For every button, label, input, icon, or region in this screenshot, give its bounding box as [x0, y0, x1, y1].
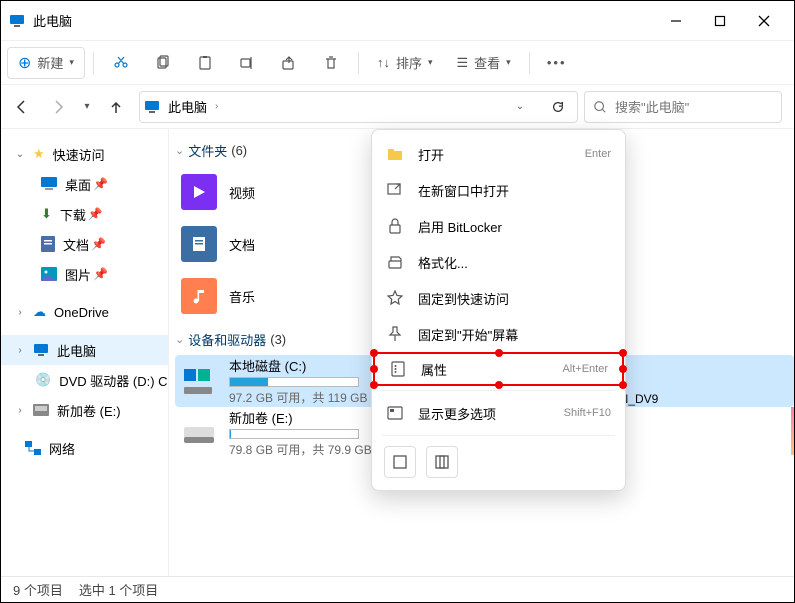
- picture-icon: [41, 267, 57, 281]
- cloud-icon: ☁: [33, 304, 46, 320]
- sidebar-item-documents[interactable]: 文档 📌: [1, 229, 168, 259]
- chevron-down-icon: ▾: [69, 57, 74, 68]
- desktop-icon: [41, 177, 57, 191]
- sidebar-item-quick-access[interactable]: ⌄ ★ 快速访问: [1, 139, 168, 169]
- new-button[interactable]: ⊕ 新建 ▾: [7, 47, 85, 79]
- menu-more[interactable]: 显示更多选项 Shift+F10: [372, 395, 625, 431]
- copy-button[interactable]: [144, 47, 182, 79]
- search-input[interactable]: 搜索"此电脑": [584, 91, 782, 123]
- sidebar-item-downloads[interactable]: ⬇ 下载 📌: [1, 199, 168, 229]
- menu-open[interactable]: 打开 Enter: [372, 136, 625, 172]
- pin-icon: 📌: [93, 267, 108, 281]
- document-icon: [41, 236, 55, 252]
- chevron-right-icon[interactable]: ›: [215, 101, 218, 112]
- view-button[interactable]: ☰ 查看 ▾: [447, 47, 521, 79]
- sidebar-item-thispc[interactable]: › 此电脑: [1, 335, 168, 365]
- menu-pin-start[interactable]: 固定到"开始"屏幕: [372, 316, 625, 352]
- sidebar-item-network[interactable]: 网络: [1, 433, 168, 463]
- status-selected-count: 选中 1 个项目: [79, 580, 158, 599]
- pin-icon: 📌: [93, 177, 108, 191]
- minimize-button[interactable]: [654, 5, 698, 37]
- sidebar-item-dvd[interactable]: 💿 DVD 驱动器 (D:) CC: [1, 365, 168, 395]
- addr-dropdown-button[interactable]: ⌄: [505, 93, 535, 121]
- refresh-button[interactable]: [543, 93, 573, 121]
- pin-icon: 📌: [88, 207, 103, 221]
- window-title: 此电脑: [33, 11, 654, 30]
- delete-button[interactable]: [312, 47, 350, 79]
- menu-pin-quick[interactable]: 固定到快速访问: [372, 280, 625, 316]
- chevron-right-icon: ›: [15, 405, 25, 416]
- cut-button[interactable]: [102, 47, 140, 79]
- menu-new-window[interactable]: 在新窗口中打开: [372, 172, 625, 208]
- sidebar-item-onedrive[interactable]: › ☁ OneDrive: [1, 297, 168, 327]
- properties-icon: [389, 360, 407, 378]
- forward-button[interactable]: [41, 91, 75, 123]
- monitor-icon: [144, 99, 160, 115]
- drive-icon: [33, 404, 49, 416]
- sidebar-item-newvol[interactable]: › 新加卷 (E:): [1, 395, 168, 425]
- edge-decoration: [791, 407, 794, 455]
- back-button[interactable]: [5, 91, 39, 123]
- monitor-icon: [33, 342, 49, 358]
- chevron-down-icon: ▾: [428, 57, 433, 68]
- status-item-count: 9 个项目: [13, 580, 63, 599]
- plus-icon: ⊕: [18, 53, 31, 73]
- disc-icon: 💿: [35, 372, 51, 388]
- menu-separator: [382, 390, 615, 391]
- context-menu: 打开 Enter 在新窗口中打开 启用 BitLocker 格式化... 固定到…: [371, 129, 626, 491]
- sort-icon: ↑↓: [377, 55, 390, 70]
- lock-icon: [386, 217, 404, 235]
- close-button[interactable]: [742, 5, 786, 37]
- app-shortcut-1[interactable]: [384, 446, 416, 478]
- share-button[interactable]: [270, 47, 308, 79]
- address-bar[interactable]: 此电脑 › ⌄: [139, 91, 578, 123]
- drive-icon: [181, 363, 217, 399]
- star-icon: ★: [33, 146, 45, 162]
- chevron-down-icon: ▾: [506, 57, 511, 68]
- pin-icon: [386, 325, 404, 343]
- documents-icon: [181, 226, 217, 262]
- chevron-right-icon: ›: [15, 345, 25, 356]
- videos-icon: [181, 174, 217, 210]
- pin-icon: 📌: [91, 237, 106, 251]
- rename-button[interactable]: [228, 47, 266, 79]
- music-icon: [181, 278, 217, 314]
- monitor-icon: [9, 13, 25, 29]
- chevron-down-icon: ⌄: [15, 149, 25, 160]
- star-icon: [386, 289, 404, 307]
- chevron-right-icon: ›: [15, 307, 25, 318]
- menu-format[interactable]: 格式化...: [372, 244, 625, 280]
- search-placeholder: 搜索"此电脑": [615, 97, 689, 116]
- new-window-icon: [386, 181, 404, 199]
- menu-separator: [382, 435, 615, 436]
- usage-bar: [229, 429, 359, 439]
- format-icon: [386, 253, 404, 271]
- maximize-button[interactable]: [698, 5, 742, 37]
- network-icon: [25, 441, 41, 455]
- drive-icon: [181, 415, 217, 451]
- chevron-down-icon: ⌄: [175, 144, 184, 157]
- folder-open-icon: [386, 145, 404, 163]
- sidebar-item-pictures[interactable]: 图片 📌: [1, 259, 168, 289]
- up-button[interactable]: [99, 91, 133, 123]
- search-icon: [593, 100, 607, 114]
- breadcrumb[interactable]: 此电脑: [168, 97, 207, 116]
- sidebar-item-desktop[interactable]: 桌面 📌: [1, 169, 168, 199]
- more-icon: [386, 404, 404, 422]
- app-shortcut-2[interactable]: [426, 446, 458, 478]
- view-icon: ☰: [457, 55, 469, 71]
- download-icon: ⬇: [41, 206, 52, 222]
- chevron-down-icon: ⌄: [175, 333, 184, 346]
- paste-button[interactable]: [186, 47, 224, 79]
- menu-bitlocker[interactable]: 启用 BitLocker: [372, 208, 625, 244]
- sort-button[interactable]: ↑↓ 排序 ▾: [367, 47, 443, 79]
- usage-bar: [229, 377, 359, 387]
- more-button[interactable]: •••: [538, 47, 576, 79]
- recent-button[interactable]: ▾: [77, 91, 97, 123]
- menu-properties[interactable]: 属性 Alt+Enter: [373, 352, 624, 386]
